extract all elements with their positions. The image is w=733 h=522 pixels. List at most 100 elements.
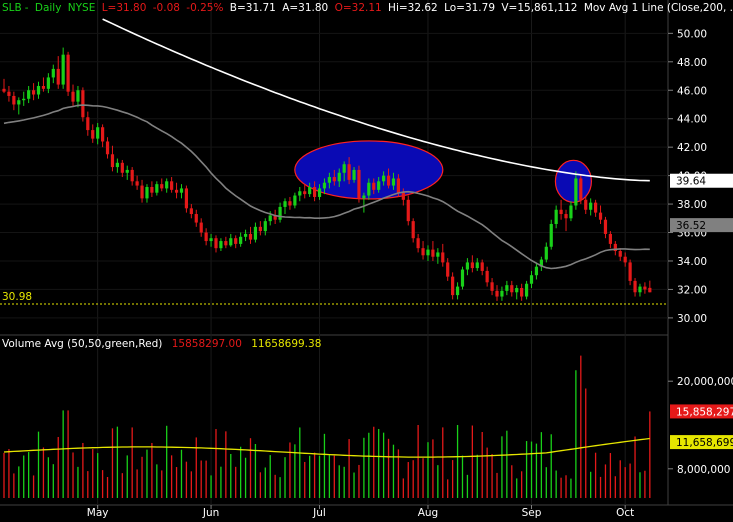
volume-avg-value: 11658699.38 [251, 338, 322, 350]
candle-body [534, 266, 539, 276]
candle-body [120, 162, 124, 173]
candle-body [608, 233, 612, 244]
candle-body [406, 199, 410, 222]
ma200-axis-label: 39.64 [676, 176, 706, 188]
change-percent: -0.25% [186, 2, 224, 14]
price-tick-label: 50.00 [677, 28, 707, 40]
candle-body [451, 276, 455, 296]
price-tick-label: 32.00 [677, 284, 707, 296]
candle-body [303, 191, 307, 195]
candle-body [150, 186, 154, 193]
candle-body [184, 188, 189, 209]
candle-body [189, 208, 193, 215]
candle-body [243, 233, 248, 237]
candle-body [115, 162, 119, 168]
candle-body [455, 286, 460, 296]
candle-body [524, 283, 529, 297]
stock-chart-window[interactable]: 30.98 50.0048.0046.0044.0042.0040.0038.0… [0, 0, 733, 519]
candle-body [643, 286, 647, 290]
candle-body [564, 214, 568, 219]
price-tick-label: 38.00 [677, 199, 707, 211]
candle-body [317, 188, 322, 197]
candle-body [160, 184, 164, 189]
candle-body [485, 270, 489, 283]
volume-avg-axis-label: 11,658,699 [676, 437, 733, 449]
candle-body [332, 177, 336, 182]
price-tick-label: 48.00 [677, 57, 707, 69]
candle-body [7, 91, 11, 96]
candle-body [411, 221, 415, 239]
candle-body [441, 252, 445, 263]
candle-body [544, 246, 548, 260]
candle-body [12, 95, 16, 105]
candle-body [357, 169, 361, 199]
candle-body [500, 290, 504, 297]
candle-body [110, 154, 115, 168]
candle-body [421, 248, 425, 256]
candle-body [584, 199, 588, 210]
price-tick-label: 44.00 [677, 114, 707, 126]
candle-body [278, 206, 282, 220]
candle-body [337, 172, 341, 182]
candle-body [594, 202, 598, 213]
candle-body [470, 262, 474, 269]
candle-body [505, 285, 509, 291]
candle-body [248, 233, 253, 240]
candle-body [638, 286, 642, 293]
candle [549, 219, 553, 250]
candle-body [623, 256, 627, 263]
candle-body [258, 226, 262, 232]
change: -0.08 [152, 2, 180, 14]
ask: A=31.80 [282, 2, 329, 14]
candle-body [312, 186, 317, 197]
candle-body [41, 85, 46, 89]
candle-body [515, 288, 519, 293]
candle-body [194, 214, 198, 223]
volume: V=15,861,112 [501, 2, 578, 14]
candle-body [224, 241, 228, 246]
candle-body [510, 285, 514, 293]
candle-body [382, 175, 386, 182]
candle-body [298, 191, 302, 196]
candle-body [101, 127, 105, 142]
candle-body [480, 262, 484, 271]
candle-body [96, 127, 100, 139]
candle-body [603, 219, 608, 234]
price-volume-chart[interactable]: 30.98 50.0048.0046.0044.0042.0040.0038.0… [0, 0, 733, 519]
study-label: Mov Avg 1 Line (Close,200, ... [583, 2, 733, 14]
candle-body [56, 68, 60, 85]
candle [406, 195, 410, 226]
candle-body [372, 182, 376, 190]
candle-body [135, 181, 139, 186]
candle-body [17, 100, 21, 105]
candle-body [283, 201, 287, 207]
open: O=32.11 [334, 2, 382, 14]
candle-body [105, 141, 110, 155]
price-tick-label: 30.00 [677, 313, 707, 325]
candle-body [293, 195, 297, 206]
candle-body [239, 236, 243, 244]
candle-body [495, 290, 499, 297]
volume-tick-label: 8,000,000 [677, 464, 730, 476]
candle-body [436, 252, 440, 257]
candle-body [362, 195, 366, 199]
candle-body [460, 269, 465, 287]
chart-background [0, 0, 733, 518]
candle-body [475, 262, 479, 269]
candle-body [253, 226, 258, 240]
price-tick-label: 42.00 [677, 142, 707, 154]
candle-body [598, 212, 603, 220]
candle-body [145, 186, 149, 199]
candle-body [31, 90, 36, 95]
candle-body [347, 164, 351, 180]
price-tick-label: 34.00 [677, 256, 707, 268]
candle [66, 51, 70, 96]
candle-body [549, 223, 553, 247]
exchange: NYSE [67, 2, 96, 14]
high: Hi=32.62 [388, 2, 438, 14]
candle-body [91, 130, 95, 139]
candle-body [589, 202, 593, 210]
candle-body [648, 287, 652, 293]
candle-body [155, 184, 159, 193]
candle [579, 175, 583, 205]
